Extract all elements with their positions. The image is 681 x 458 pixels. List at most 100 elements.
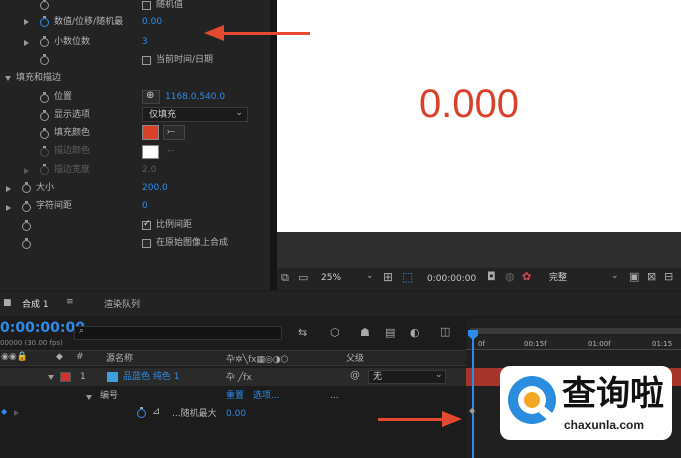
stopwatch-icon[interactable] — [40, 110, 49, 121]
3d-view-icon[interactable]: ⊟ — [664, 270, 673, 283]
motion-blur-icon[interactable]: ◐ — [410, 326, 420, 339]
search-icon: ⌕ — [79, 326, 85, 336]
display-options-value: 仅填充 — [149, 110, 177, 120]
timeline-timecode[interactable]: 0:00:00:00 — [0, 320, 85, 336]
size-label: 大小 — [36, 183, 55, 193]
menu-icon[interactable]: ≡ — [66, 297, 74, 307]
parent-header[interactable]: 父级 — [346, 353, 364, 365]
stopwatch-icon[interactable] — [22, 238, 31, 249]
close-icon[interactable]: ■ — [3, 298, 12, 308]
tab-composition[interactable]: 合成 1 — [22, 299, 49, 311]
viewer-toolbar: ⧉ ▭ 25% ⌄ ⊞ ⬚ 0:00:00:00 ◘ ◍ ✿ 完整 ⌄ ▣ ⊠ … — [277, 268, 681, 290]
show-snapshot-icon[interactable]: ◍ — [505, 270, 515, 283]
camera-icon[interactable]: ◘ — [487, 270, 496, 283]
keyframe-next-icon[interactable] — [14, 410, 19, 416]
expand-triangle-icon[interactable] — [24, 19, 29, 25]
monitor-icon[interactable]: ▭ — [298, 271, 308, 284]
stroke-width-field[interactable]: 2.0 — [142, 164, 156, 176]
viewer-pasteboard — [277, 232, 681, 268]
graph-editor-icon[interactable]: ◫ — [440, 325, 450, 338]
fast-preview-icon[interactable]: ▣ — [629, 270, 639, 283]
effect-name: 编号 — [100, 391, 119, 401]
panel-divider[interactable] — [270, 0, 277, 290]
pick-whip-icon[interactable]: @ — [350, 370, 360, 381]
stopwatch-icon-active[interactable] — [40, 16, 49, 27]
value-field[interactable]: 0.00 — [142, 16, 162, 28]
collapse-triangle-icon[interactable] — [48, 375, 54, 380]
snapshot-toggle-icon[interactable]: ⧉ — [281, 271, 289, 285]
datetime-checkbox[interactable] — [142, 56, 151, 65]
stopwatch-icon[interactable] — [40, 92, 49, 103]
collapse-triangle-icon[interactable] — [5, 76, 11, 81]
expand-triangle-icon[interactable] — [24, 40, 29, 46]
display-options-dropdown[interactable]: 仅填充 ⌄ — [142, 107, 248, 122]
stopwatch-icon[interactable] — [40, 128, 49, 139]
watermark-badge: 查询啦 chaxunla.com — [500, 366, 672, 440]
stopwatch-icon-active[interactable] — [137, 407, 146, 418]
fps-readout: 00000 (30.00 fps) — [0, 339, 63, 347]
fill-color-label: 填充颜色 — [54, 128, 91, 138]
timeline-tab-bar — [0, 292, 681, 316]
resolution-icon[interactable]: ⊞ — [383, 270, 393, 284]
fill-color-swatch[interactable] — [142, 125, 159, 140]
source-name-header[interactable]: 源名称 — [106, 353, 133, 365]
tab-render-queue[interactable]: 渲染队列 — [104, 299, 140, 311]
layer-search-input[interactable]: ⌕ — [74, 326, 282, 340]
shy-layers-icon[interactable]: ☗ — [360, 326, 370, 339]
stopwatch-icon[interactable] — [40, 0, 49, 10]
expand-triangle-icon[interactable] — [6, 205, 11, 211]
stopwatch-icon[interactable] — [22, 201, 31, 212]
size-field[interactable]: 200.0 — [142, 182, 168, 194]
zoom-dropdown[interactable]: 25% ⌄ — [317, 271, 375, 286]
tracking-field[interactable]: 0 — [142, 200, 148, 212]
frame-blending-icon[interactable]: ▤ — [385, 326, 395, 339]
random-checkbox[interactable] — [142, 1, 151, 10]
crosshair-target-button[interactable]: ⊕ — [142, 90, 160, 104]
proportional-checkbox[interactable] — [142, 219, 151, 230]
stopwatch-icon[interactable] — [22, 182, 31, 193]
transparency-grid-icon[interactable]: ⊠ — [647, 270, 656, 283]
viewer-timecode[interactable]: 0:00:00:00 — [427, 273, 476, 285]
draft-3d-icon[interactable]: ⬡ — [330, 326, 340, 339]
options-link[interactable]: 选项... — [253, 390, 280, 402]
region-of-interest-icon[interactable]: ⬚ — [402, 270, 413, 284]
stopwatch-icon[interactable] — [40, 146, 49, 157]
display-options-label: 显示选项 — [54, 110, 91, 120]
chevron-down-icon: ⌄ — [435, 370, 443, 380]
stroke-color-swatch[interactable] — [142, 145, 159, 159]
playhead-line[interactable] — [472, 332, 474, 458]
annotation-arrowhead-top — [204, 25, 224, 41]
color-channels-icon[interactable]: ✿ — [522, 270, 531, 283]
stopwatch-icon[interactable] — [22, 220, 31, 231]
ruler-mark: 0f — [478, 340, 485, 348]
layer-row[interactable]: 1 品蓝色 纯色 1 卆 ╱fx @ 无 ⌄ — [0, 368, 466, 386]
property-value[interactable]: 0.00 — [226, 408, 246, 420]
layer-header-row: ◉◉🔒 ◆ # 源名称 卆✲╲fx▦◎◑⬡ 父级 — [0, 350, 466, 366]
annotation-arrowhead-bottom — [442, 411, 462, 427]
parent-dropdown[interactable]: 无 ⌄ — [368, 370, 446, 384]
stopwatch-icon[interactable] — [40, 164, 49, 175]
keyframe-diamond-icon[interactable]: ◆ — [469, 406, 475, 415]
expand-triangle-icon[interactable] — [24, 168, 29, 174]
composite-checkbox[interactable] — [142, 239, 151, 248]
decimals-field[interactable]: 3 — [142, 36, 148, 48]
stopwatch-icon[interactable] — [40, 54, 49, 65]
layer-name[interactable]: 品蓝色 纯色 1 — [123, 371, 179, 383]
collapse-triangle-icon[interactable] — [86, 395, 92, 400]
eyedropper-button[interactable]: ⤚ — [163, 125, 185, 140]
stopwatch-icon[interactable] — [40, 36, 49, 47]
quality-dropdown[interactable]: 完整 ⌄ — [545, 271, 625, 286]
annotation-arrow-bottom — [378, 418, 444, 421]
keyframe-nav-icon[interactable]: ◆ — [1, 407, 7, 416]
graph-icon[interactable]: ⊿ — [152, 406, 160, 417]
reset-link[interactable]: 重置 — [226, 390, 244, 402]
layer-switch-icons: 卆 ╱fx — [226, 373, 252, 383]
time-ruler[interactable]: 0f 00:15f 01:00f 01:15 — [466, 336, 681, 350]
composition-viewer[interactable]: 0.000 — [277, 0, 681, 232]
comp-mini-flowchart-icon[interactable]: ⇆ — [298, 326, 307, 339]
layer-label-color[interactable] — [60, 372, 71, 382]
position-field[interactable]: 1168.0,540.0 — [165, 91, 225, 103]
work-area-bar[interactable] — [470, 328, 681, 334]
expand-triangle-icon[interactable] — [6, 186, 11, 192]
eyedropper-icon-dim[interactable]: ⤚ — [164, 145, 184, 158]
